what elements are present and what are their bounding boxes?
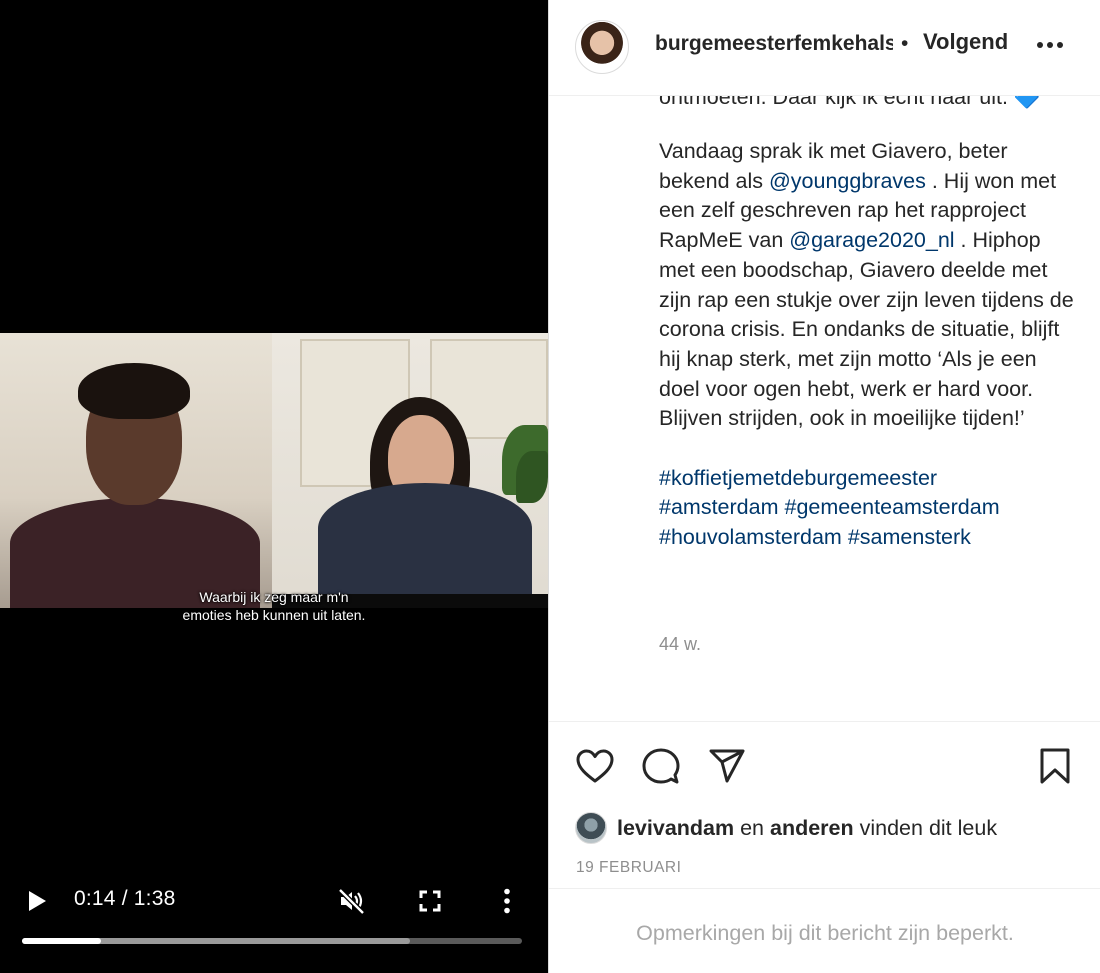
video-participant-left xyxy=(0,333,272,608)
post-date: 19 FEBRUARI xyxy=(576,859,682,876)
mute-button[interactable] xyxy=(334,884,368,918)
caption-scroll-area[interactable]: ontmoeten. Daar kijk ik echt naar uit. 🔷… xyxy=(549,96,1100,721)
avatar[interactable] xyxy=(575,20,629,74)
volume-muted-icon xyxy=(338,888,365,915)
subtitle-line: Waarbij ik zeg maar m'n xyxy=(199,589,349,605)
likes-suffix: vinden dit leuk xyxy=(853,816,998,840)
hashtag-link[interactable]: #amsterdam xyxy=(659,495,779,519)
likes-text: levivandam en anderen vinden dit leuk xyxy=(617,814,997,842)
likes-connector: en xyxy=(734,816,770,840)
video-player[interactable]: Waarbij ik zeg maar m'n emoties heb kunn… xyxy=(0,0,548,973)
post-age[interactable]: 44 w. xyxy=(659,633,701,655)
likes-summary: levivandam en anderen vinden dit leuk xyxy=(575,810,997,846)
comment-icon xyxy=(642,748,680,784)
separator-dot: • xyxy=(901,32,909,55)
progress-played xyxy=(22,938,101,944)
hashtags: #koffietjemetdeburgemeester #amsterdam #g… xyxy=(659,464,1079,553)
person-hair xyxy=(78,363,190,419)
likes-others-link[interactable]: anderen xyxy=(770,816,854,840)
video-participant-right xyxy=(272,333,548,608)
share-button[interactable] xyxy=(705,744,749,788)
heart-icon xyxy=(576,749,614,783)
play-button[interactable] xyxy=(22,886,52,916)
hashtag-link[interactable]: #samensterk xyxy=(848,525,971,549)
post-caption: Vandaag sprak ik met Giavero, beter beke… xyxy=(659,137,1079,553)
hashtag-link[interactable]: #gemeenteamsterdam xyxy=(784,495,999,519)
following-button[interactable]: Volgend xyxy=(923,28,1008,56)
like-button[interactable] xyxy=(573,744,617,788)
caption-cutoff-line: ontmoeten. Daar kijk ik echt naar uit. 🔷 xyxy=(659,96,1041,109)
subtitle-line: emoties heb kunnen uit laten. xyxy=(182,607,366,623)
username[interactable]: burgemeesterfemkehalsema xyxy=(655,30,893,58)
play-icon xyxy=(29,891,46,911)
fullscreen-icon xyxy=(419,890,441,912)
post-header: burgemeesterfemkehalsema • Volgend xyxy=(549,0,1100,96)
plant xyxy=(516,451,548,503)
fullscreen-button[interactable] xyxy=(414,884,446,918)
send-icon xyxy=(709,749,745,783)
comments-section: Opmerkingen bij dit bericht zijn beperkt… xyxy=(549,888,1100,973)
comment-button[interactable] xyxy=(639,744,683,788)
more-vertical-icon xyxy=(504,888,510,914)
caption-text: . Hiphop met een boodschap, Giavero deel… xyxy=(659,228,1074,431)
video-time: 0:14 / 1:38 xyxy=(74,887,176,910)
post-actions: levivandam en anderen vinden dit leuk 19… xyxy=(549,721,1100,888)
video-controls: 0:14 / 1:38 xyxy=(0,876,548,926)
video-more-button[interactable] xyxy=(494,884,520,918)
post-options-button[interactable] xyxy=(1033,30,1067,60)
bookmark-icon xyxy=(1040,748,1070,784)
more-horizontal-icon xyxy=(1037,42,1063,48)
hashtag-link[interactable]: #houvolamsterdam xyxy=(659,525,842,549)
mention-link[interactable]: @younggbraves xyxy=(769,169,926,193)
video-frame[interactable] xyxy=(0,333,548,608)
liker-avatar[interactable] xyxy=(575,812,607,844)
hashtag-link[interactable]: #koffietjemetdeburgemeester xyxy=(659,466,937,490)
post-side-panel: burgemeesterfemkehalsema • Volgend ontmo… xyxy=(548,0,1100,973)
mention-link[interactable]: @garage2020_nl xyxy=(789,228,954,252)
video-progress-bar[interactable] xyxy=(22,938,522,944)
liker-username[interactable]: levivandam xyxy=(617,816,734,840)
save-button[interactable] xyxy=(1033,744,1077,788)
caption-paragraph: Vandaag sprak ik met Giavero, beter beke… xyxy=(659,137,1079,434)
comments-limited-notice: Opmerkingen bij dit bericht zijn beperkt… xyxy=(636,921,1014,945)
